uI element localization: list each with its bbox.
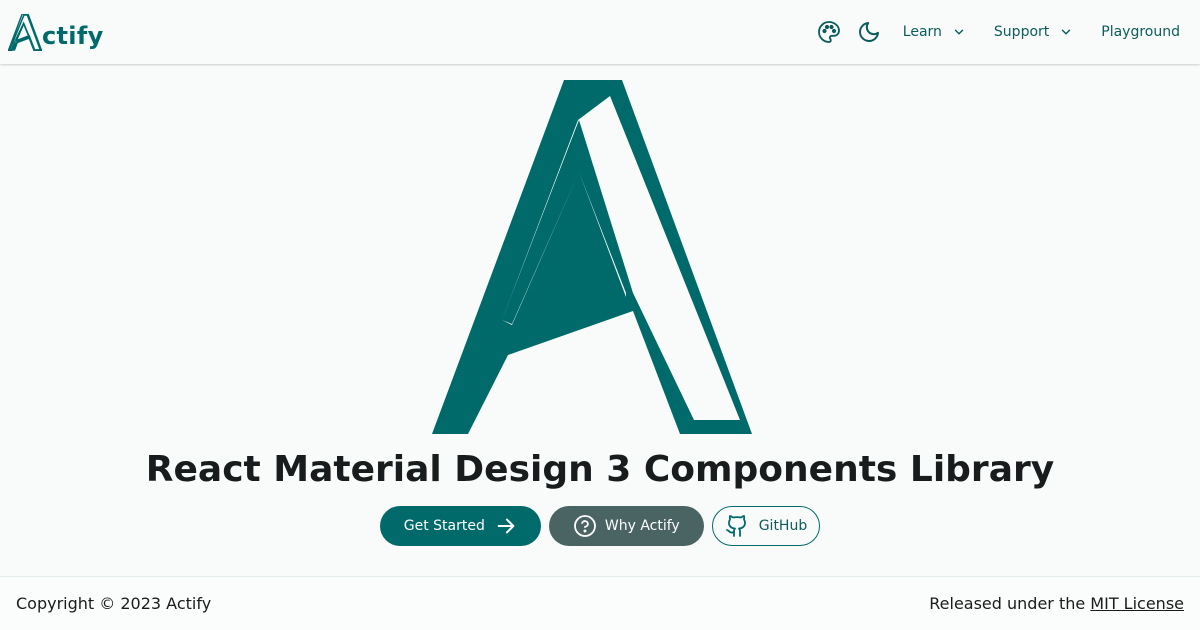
nav-learn-label: Learn <box>902 24 942 40</box>
nav-support[interactable]: Support <box>980 12 1087 52</box>
github-label: GitHub <box>758 518 808 534</box>
mit-license-link[interactable]: MIT License <box>1090 594 1184 613</box>
actify-logo-icon <box>8 14 42 51</box>
get-started-button[interactable]: Get Started <box>379 506 541 546</box>
get-started-label: Get Started <box>403 518 485 534</box>
nav-learn[interactable]: Learn <box>889 12 980 52</box>
hero-actions: Get Started Why Actify GitHub <box>0 506 1200 546</box>
nav-support-label: Support <box>993 24 1050 40</box>
main-nav: Learn Support Playground <box>809 12 1180 52</box>
brand-name: ctify <box>42 22 104 50</box>
chevron-down-icon <box>1062 29 1071 35</box>
hero-logo-icon <box>432 80 752 434</box>
license-text: Released under the MIT License <box>929 594 1184 613</box>
palette-icon <box>817 21 840 43</box>
github-icon <box>725 515 746 537</box>
dark-mode-button[interactable] <box>849 12 889 52</box>
moon-icon <box>858 22 879 42</box>
arrow-right-icon <box>497 518 515 534</box>
chevron-down-icon <box>954 29 964 35</box>
copyright-text: Copyright © 2023 Actify <box>16 594 212 613</box>
hero-title: React Material Design 3 Components Libra… <box>145 449 1055 490</box>
nav-playground-label: Playground <box>1101 24 1180 40</box>
github-button[interactable]: GitHub <box>711 506 821 546</box>
license-prefix: Released under the <box>929 594 1091 613</box>
why-actify-label: Why Actify <box>604 518 680 534</box>
why-actify-button[interactable]: Why Actify <box>548 506 704 546</box>
brand-logo[interactable]: ctify <box>8 13 104 51</box>
theme-button[interactable] <box>809 12 849 52</box>
help-circle-icon <box>573 515 596 537</box>
top-app-bar: ctify Learn Support Playground <box>0 0 1200 64</box>
nav-playground[interactable]: Playground <box>1087 12 1180 52</box>
footer: Copyright © 2023 Actify Released under t… <box>0 576 1200 630</box>
